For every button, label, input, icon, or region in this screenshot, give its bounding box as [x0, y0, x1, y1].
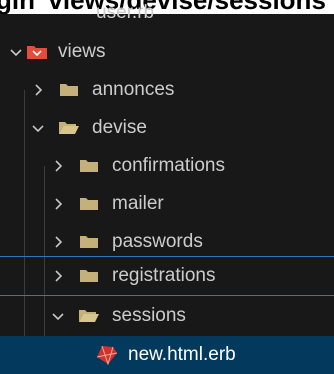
tree-item-label: confirmations: [112, 155, 225, 176]
tree-item-label: mailer: [112, 193, 164, 214]
tree-item-label: annonces: [92, 79, 175, 100]
tree-item-label: devise: [92, 117, 147, 138]
views-folder-icon: [26, 33, 48, 71]
folder-icon: [78, 185, 100, 223]
tree-item-label: registrations: [112, 265, 216, 286]
chevron-right-icon[interactable]: [30, 71, 46, 109]
chevron-down-icon[interactable]: [30, 109, 46, 147]
tree-item-user-rb[interactable]: user.rb: [0, 0, 334, 32]
chevron-down-icon[interactable]: [8, 33, 24, 71]
chevron-down-icon[interactable]: [50, 297, 66, 335]
tree-item-annonces[interactable]: annonces: [0, 71, 334, 109]
chevron-right-icon[interactable]: [50, 147, 66, 185]
folder-open-icon: [78, 297, 100, 335]
folder-icon: [78, 147, 100, 185]
tree-item-sessions[interactable]: sessions: [0, 297, 334, 335]
tree-item-views[interactable]: views: [0, 33, 334, 71]
drop-target-bottom-border: [0, 295, 334, 296]
tree-item-label: views: [58, 41, 106, 62]
tree-item-label: sessions: [112, 305, 186, 326]
tree-item-label: user.rb: [96, 2, 155, 23]
folder-icon: [58, 71, 80, 109]
tree-item-registrations[interactable]: registrations: [0, 257, 334, 295]
tree-item-mailer[interactable]: mailer: [0, 185, 334, 223]
tree-item-label: new.html.erb: [128, 344, 236, 365]
folder-icon: [78, 257, 100, 295]
tree-item-new-html-erb[interactable]: new.html.erb: [0, 336, 334, 374]
chevron-right-icon[interactable]: [50, 185, 66, 223]
ruby-erb-file-icon: [96, 336, 118, 374]
tree-item-confirmations[interactable]: confirmations: [0, 147, 334, 185]
file-explorer-tree: user.rb views annonces devise confirmati…: [0, 2, 334, 374]
chevron-right-icon[interactable]: [50, 257, 66, 295]
folder-open-icon: [58, 109, 80, 147]
tree-item-devise[interactable]: devise: [0, 109, 334, 147]
